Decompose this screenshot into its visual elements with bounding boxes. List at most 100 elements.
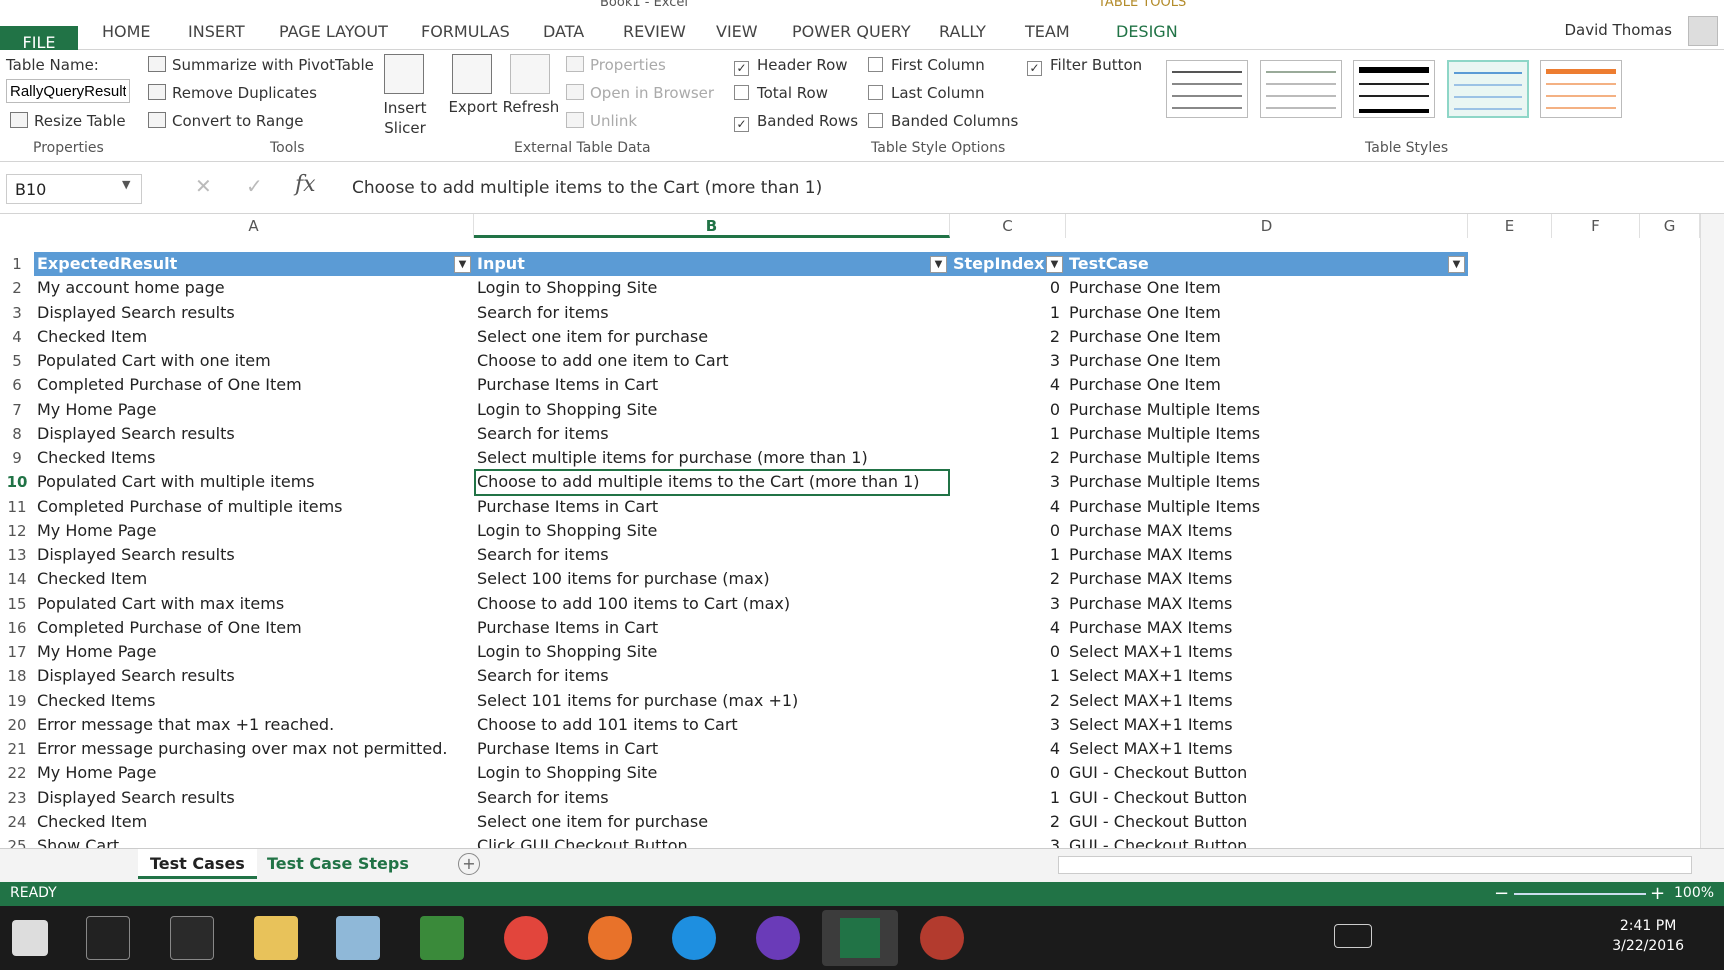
table-cell[interactable]: 2: [950, 810, 1066, 834]
banded-rows-checkbox[interactable]: ✓ Banded Rows: [734, 112, 858, 132]
tab-formulas[interactable]: FORMULAS: [421, 22, 510, 41]
table-cell[interactable]: Search for items: [474, 301, 950, 325]
visual-studio-icon[interactable]: [756, 916, 800, 960]
table-cell[interactable]: Purchase Multiple Items: [1066, 495, 1468, 519]
row-header[interactable]: 8: [0, 422, 34, 446]
header-row-checkbox[interactable]: ✓ Header Row: [734, 56, 848, 76]
table-cell[interactable]: Search for items: [474, 786, 950, 810]
table-cell[interactable]: Select MAX+1 Items: [1066, 737, 1468, 761]
row-header[interactable]: 9: [0, 446, 34, 470]
vim-icon[interactable]: [420, 916, 464, 960]
table-cell[interactable]: Completed Purchase of One Item: [34, 616, 474, 640]
table-cell[interactable]: Search for items: [474, 664, 950, 688]
table-cell[interactable]: Select one item for purchase: [474, 325, 950, 349]
row-header[interactable]: 22: [0, 761, 34, 785]
table-cell[interactable]: 4: [950, 737, 1066, 761]
avatar[interactable]: [1688, 16, 1718, 46]
table-cell[interactable]: 0: [950, 761, 1066, 785]
zoom-slider[interactable]: [1514, 893, 1646, 895]
open-browser-button[interactable]: Open in Browser: [566, 84, 714, 102]
table-cell[interactable]: Purchase Multiple Items: [1066, 446, 1468, 470]
tab-page-layout[interactable]: PAGE LAYOUT: [279, 22, 388, 41]
convert-range-button[interactable]: Convert to Range: [148, 112, 303, 130]
table-cell[interactable]: Purchase MAX Items: [1066, 616, 1468, 640]
row-header[interactable]: 12: [0, 519, 34, 543]
filter-dropdown-icon[interactable]: ▼: [1448, 256, 1465, 273]
row-header[interactable]: 4: [0, 325, 34, 349]
table-cell[interactable]: Select one item for purchase: [474, 810, 950, 834]
table-cell[interactable]: 0: [950, 276, 1066, 300]
tab-insert[interactable]: INSERT: [188, 22, 245, 41]
user-name[interactable]: David Thomas: [1564, 21, 1672, 39]
table-cell[interactable]: Purchase MAX Items: [1066, 592, 1468, 616]
table-cell[interactable]: Checked Item: [34, 325, 474, 349]
table-cell[interactable]: GUI - Checkout Button: [1066, 761, 1468, 785]
table-cell[interactable]: Checked Item: [34, 810, 474, 834]
filter-dropdown-icon[interactable]: ▼: [930, 256, 947, 273]
formula-input[interactable]: Choose to add multiple items to the Cart…: [352, 178, 822, 198]
table-cell[interactable]: Choose to add 100 items to Cart (max): [474, 592, 950, 616]
table-cell[interactable]: Purchase One Item: [1066, 349, 1468, 373]
chrome-icon[interactable]: [504, 916, 548, 960]
table-style-1[interactable]: [1166, 60, 1248, 118]
column-header[interactable]: C: [950, 214, 1066, 238]
table-cell[interactable]: 1: [950, 301, 1066, 325]
tab-power-query[interactable]: POWER QUERY: [792, 22, 911, 41]
table-cell[interactable]: Populated Cart with max items: [34, 592, 474, 616]
row-header[interactable]: 2: [0, 276, 34, 300]
table-cell[interactable]: 4: [950, 373, 1066, 397]
table-cell[interactable]: Click GUI Checkout Button: [474, 834, 950, 848]
banded-columns-checkbox[interactable]: Banded Columns: [868, 112, 1018, 130]
tab-team[interactable]: TEAM: [1025, 22, 1070, 41]
total-row-checkbox[interactable]: Total Row: [734, 84, 828, 102]
table-cell[interactable]: Completed Purchase of One Item: [34, 373, 474, 397]
table-cell[interactable]: Purchase Multiple Items: [1066, 470, 1468, 494]
table-cell[interactable]: Populated Cart with multiple items: [34, 470, 474, 494]
clock[interactable]: 2:41 PM 3/22/2016: [1612, 916, 1684, 956]
table-cell[interactable]: Login to Shopping Site: [474, 519, 950, 543]
add-sheet-icon[interactable]: +: [458, 853, 480, 875]
tab-design[interactable]: DESIGN: [1116, 22, 1178, 41]
filter-dropdown-icon[interactable]: ▼: [454, 256, 471, 273]
column-header[interactable]: A: [34, 214, 474, 238]
row-header[interactable]: 15: [0, 592, 34, 616]
row-header[interactable]: 11: [0, 495, 34, 519]
row-header[interactable]: 7: [0, 398, 34, 422]
table-cell[interactable]: Select MAX+1 Items: [1066, 664, 1468, 688]
column-header[interactable]: E: [1468, 214, 1552, 238]
table-cell[interactable]: Select MAX+1 Items: [1066, 640, 1468, 664]
remove-duplicates-button[interactable]: Remove Duplicates: [148, 84, 317, 102]
table-style-3[interactable]: [1353, 60, 1435, 118]
table-cell[interactable]: Displayed Search results: [34, 543, 474, 567]
enter-icon[interactable]: ✓: [246, 174, 263, 198]
row-header[interactable]: 24: [0, 810, 34, 834]
internet-explorer-icon[interactable]: [672, 916, 716, 960]
table-cell[interactable]: 1: [950, 543, 1066, 567]
table-cell[interactable]: Choose to add one item to Cart: [474, 349, 950, 373]
zoom-in-icon[interactable]: +: [1650, 883, 1665, 904]
table-cell[interactable]: Select MAX+1 Items: [1066, 713, 1468, 737]
sheet-tab-test-cases[interactable]: Test Cases: [138, 849, 257, 879]
table-cell[interactable]: Login to Shopping Site: [474, 640, 950, 664]
row-header[interactable]: 23: [0, 786, 34, 810]
chevron-down-icon[interactable]: ▼: [122, 178, 130, 191]
table-cell[interactable]: Displayed Search results: [34, 301, 474, 325]
table-cell[interactable]: Purchase Multiple Items: [1066, 398, 1468, 422]
row-header[interactable]: 19: [0, 689, 34, 713]
table-cell[interactable]: Select MAX+1 Items: [1066, 689, 1468, 713]
table-header-cell[interactable]: TestCase: [1066, 252, 1468, 276]
table-cell[interactable]: Completed Purchase of multiple items: [34, 495, 474, 519]
file-explorer-icon[interactable]: [254, 916, 298, 960]
notepad-icon[interactable]: [336, 916, 380, 960]
table-cell[interactable]: Checked Item: [34, 567, 474, 591]
row-header[interactable]: 21: [0, 737, 34, 761]
table-cell[interactable]: Login to Shopping Site: [474, 398, 950, 422]
table-cell[interactable]: Displayed Search results: [34, 664, 474, 688]
refresh-button[interactable]: Refresh: [503, 54, 559, 136]
firefox-icon[interactable]: [588, 916, 632, 960]
table-cell[interactable]: Purchase Multiple Items: [1066, 422, 1468, 446]
table-cell[interactable]: 3: [950, 713, 1066, 737]
table-style-5[interactable]: [1540, 60, 1622, 118]
table-cell[interactable]: Login to Shopping Site: [474, 761, 950, 785]
app-icon[interactable]: [920, 916, 964, 960]
